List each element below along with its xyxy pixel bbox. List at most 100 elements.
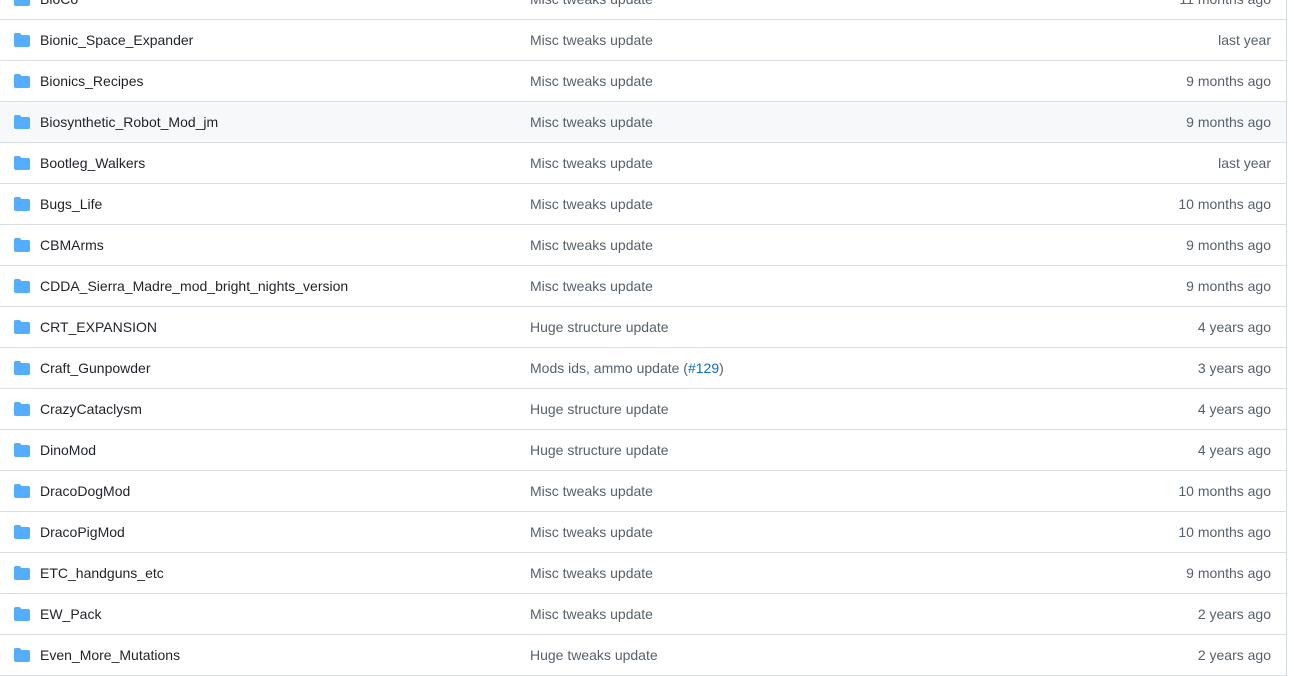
table-row[interactable]: EW_Pack Misc tweaks update 2 years ago	[0, 594, 1286, 635]
commit-message[interactable]: Huge structure update	[530, 442, 669, 459]
file-list: BioCo Misc tweaks update 11 months ago Bion…	[0, 0, 1287, 676]
commit-age: 10 months ago	[1178, 524, 1271, 540]
commit-message-text[interactable]: Misc tweaks update	[530, 524, 653, 540]
commit-message-text[interactable]: Huge structure update	[530, 319, 669, 335]
commit-message[interactable]: Misc tweaks update	[530, 114, 653, 131]
folder-icon	[14, 237, 30, 253]
folder-icon	[14, 73, 30, 89]
table-row[interactable]: Biosynthetic_Robot_Mod_jm Misc tweaks upd…	[0, 102, 1286, 143]
commit-message[interactable]: Misc tweaks update	[530, 565, 653, 582]
commit-message-text[interactable]: Huge tweaks update	[530, 647, 658, 663]
commit-age: 11 months ago	[1179, 0, 1271, 8]
commit-age: 9 months ago	[1186, 114, 1271, 130]
commit-message[interactable]: Misc tweaks update	[530, 524, 653, 541]
commit-message-text[interactable]: Misc tweaks update	[530, 278, 653, 294]
table-row[interactable]: BioCo Misc tweaks update 11 months ago	[0, 0, 1286, 20]
table-row[interactable]: Craft_Gunpowder Mods ids, ammo update (#1…	[0, 348, 1286, 389]
commit-message[interactable]: Huge structure update	[530, 319, 669, 336]
commit-age: 4 years ago	[1197, 319, 1271, 335]
directory-link[interactable]: ETC_handguns_etc	[40, 565, 164, 582]
commit-age: 3 years ago	[1197, 360, 1271, 376]
commit-age: 9 months ago	[1186, 73, 1271, 89]
folder-icon	[14, 647, 30, 663]
table-row[interactable]: DracoDogMod Misc tweaks update 10 months a…	[0, 471, 1286, 512]
folder-icon	[14, 565, 30, 581]
commit-message-text[interactable]: Misc tweaks update	[530, 483, 653, 499]
table-row[interactable]: Bugs_Life Misc tweaks update 10 months ago	[0, 184, 1286, 225]
directory-link[interactable]: Bugs_Life	[40, 196, 102, 213]
directory-link[interactable]: Biosynthetic_Robot_Mod_jm	[40, 114, 218, 131]
directory-link[interactable]: CBMArms	[40, 237, 104, 254]
commit-message-text[interactable]: Misc tweaks update	[530, 73, 653, 89]
commit-age: 10 months ago	[1178, 483, 1271, 499]
commit-message[interactable]: Misc tweaks update	[530, 0, 653, 8]
commit-age: 9 months ago	[1186, 237, 1271, 253]
folder-icon	[14, 319, 30, 335]
commit-message-text[interactable]: Misc tweaks update	[530, 196, 653, 212]
commit-message[interactable]: Misc tweaks update	[530, 237, 653, 254]
directory-link[interactable]: BioCo	[40, 0, 78, 8]
folder-icon	[14, 606, 30, 622]
commit-message[interactable]: Misc tweaks update	[530, 32, 653, 49]
folder-icon	[14, 278, 30, 294]
directory-link[interactable]: CRT_EXPANSION	[40, 319, 157, 336]
commit-message[interactable]: Misc tweaks update	[530, 155, 653, 172]
commit-message[interactable]: Huge tweaks update	[530, 647, 658, 664]
directory-link[interactable]: Craft_Gunpowder	[40, 360, 151, 377]
folder-icon	[14, 0, 30, 7]
directory-link[interactable]: DracoPigMod	[40, 524, 125, 541]
table-row[interactable]: Even_More_Mutations Huge tweaks update 2 y…	[0, 635, 1286, 676]
folder-icon	[14, 442, 30, 458]
directory-link[interactable]: Bootleg_Walkers	[40, 155, 145, 172]
commit-message-suffix: )	[719, 360, 724, 376]
commit-message[interactable]: Misc tweaks update	[530, 73, 653, 90]
commit-message[interactable]: Misc tweaks update	[530, 483, 653, 500]
table-row[interactable]: CRT_EXPANSION Huge structure update 4 year…	[0, 307, 1286, 348]
commit-age: last year	[1218, 155, 1271, 171]
commit-age: 4 years ago	[1197, 442, 1271, 458]
commit-age: 10 months ago	[1178, 196, 1271, 212]
commit-age: 2 years ago	[1197, 647, 1271, 663]
directory-link[interactable]: Bionics_Recipes	[40, 73, 144, 90]
commit-message[interactable]: Mods ids, ammo update (#129)	[530, 360, 724, 377]
directory-link[interactable]: Even_More_Mutations	[40, 647, 180, 664]
commit-message-text[interactable]: Misc tweaks update	[530, 565, 653, 581]
commit-message[interactable]: Huge structure update	[530, 401, 669, 418]
commit-message[interactable]: Misc tweaks update	[530, 196, 653, 213]
commit-message-text[interactable]: Huge structure update	[530, 442, 669, 458]
folder-icon	[14, 360, 30, 376]
table-row[interactable]: CBMArms Misc tweaks update 9 months ago	[0, 225, 1286, 266]
pull-request-link[interactable]: #129	[688, 360, 719, 376]
commit-message-text[interactable]: Misc tweaks update	[530, 155, 653, 171]
directory-link[interactable]: Bionic_Space_Expander	[40, 32, 193, 49]
commit-message-text[interactable]: Misc tweaks update	[530, 32, 653, 48]
directory-link[interactable]: DracoDogMod	[40, 483, 130, 500]
table-row[interactable]: Bionics_Recipes Misc tweaks update 9 month…	[0, 61, 1286, 102]
table-row[interactable]: Bootleg_Walkers Misc tweaks update last ye…	[0, 143, 1286, 184]
folder-icon	[14, 401, 30, 417]
directory-link[interactable]: EW_Pack	[40, 606, 101, 623]
commit-message-text[interactable]: Huge structure update	[530, 401, 669, 417]
table-row[interactable]: ETC_handguns_etc Misc tweaks update 9 mont…	[0, 553, 1286, 594]
table-row[interactable]: DinoMod Huge structure update 4 years ago	[0, 430, 1286, 471]
commit-message-text[interactable]: Misc tweaks update	[530, 114, 653, 130]
commit-age: 9 months ago	[1186, 565, 1271, 581]
commit-message-text[interactable]: Misc tweaks update	[530, 606, 653, 622]
commit-message-text[interactable]: Mods ids, ammo update (	[530, 360, 688, 376]
commit-message-text[interactable]: Misc tweaks update	[530, 0, 653, 7]
commit-age: 4 years ago	[1197, 401, 1271, 417]
table-row[interactable]: CrazyCataclysm Huge structure update 4 yea…	[0, 389, 1286, 430]
table-row[interactable]: Bionic_Space_Expander Misc tweaks update l…	[0, 20, 1286, 61]
commit-message[interactable]: Misc tweaks update	[530, 278, 653, 295]
directory-link[interactable]: CrazyCataclysm	[40, 401, 142, 418]
folder-icon	[14, 196, 30, 212]
directory-link[interactable]: DinoMod	[40, 442, 96, 459]
commit-age: last year	[1218, 32, 1271, 48]
commit-message[interactable]: Misc tweaks update	[530, 606, 653, 623]
directory-link[interactable]: CDDA_Sierra_Madre_mod_bright_nights_vers…	[40, 278, 348, 295]
folder-icon	[14, 155, 30, 171]
folder-icon	[14, 483, 30, 499]
table-row[interactable]: DracoPigMod Misc tweaks update 10 months a…	[0, 512, 1286, 553]
commit-message-text[interactable]: Misc tweaks update	[530, 237, 653, 253]
table-row[interactable]: CDDA_Sierra_Madre_mod_bright_nights_vers…	[0, 266, 1286, 307]
